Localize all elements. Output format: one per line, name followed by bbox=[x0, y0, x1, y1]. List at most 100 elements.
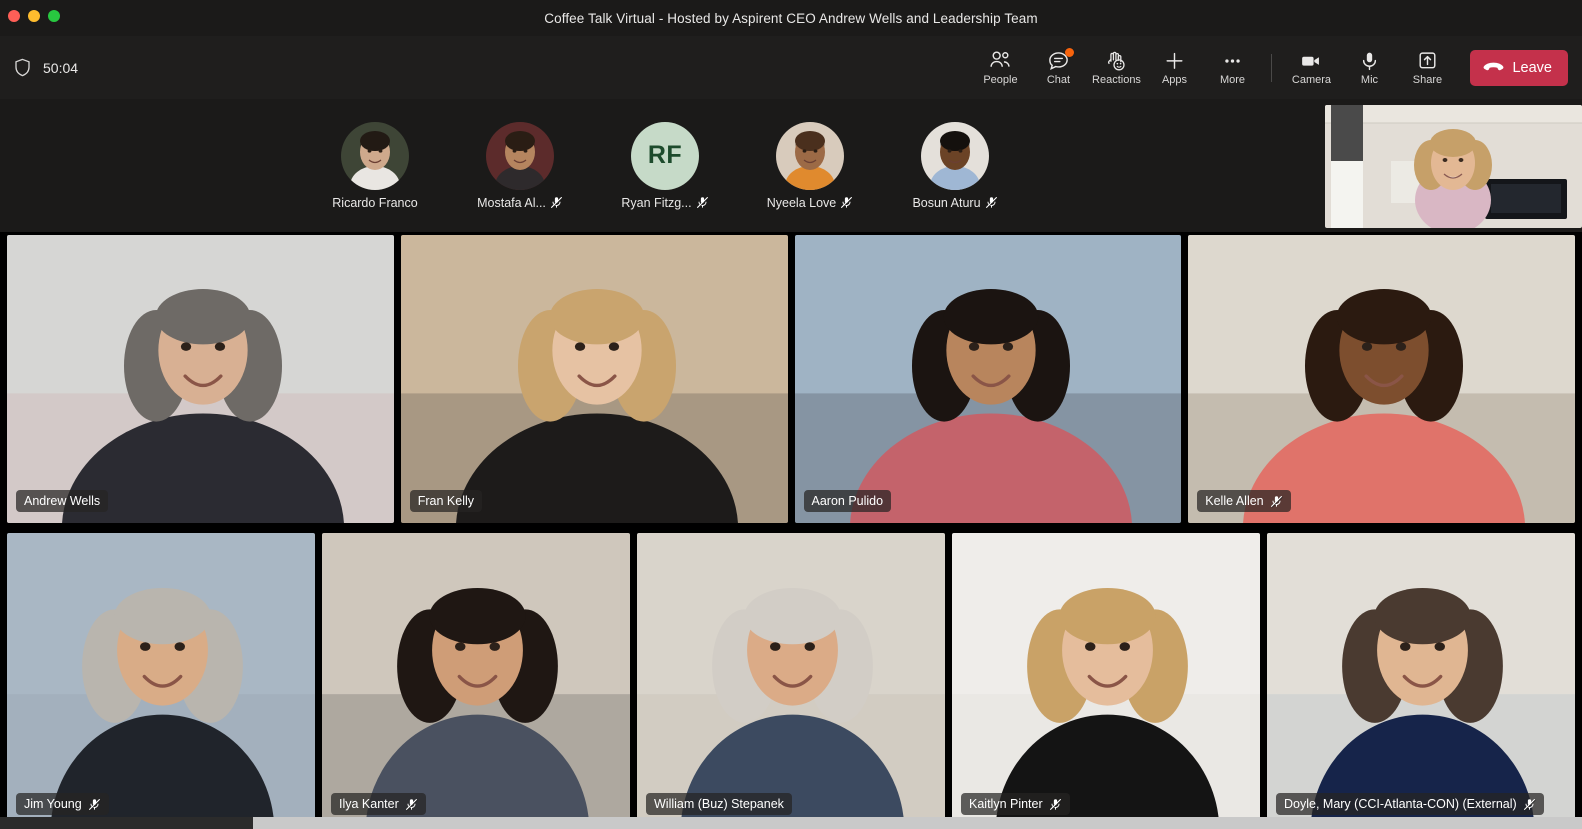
strip-participant[interactable]: Nyeela Love bbox=[765, 121, 855, 210]
strip-participant[interactable]: Mostafa Al... bbox=[475, 121, 565, 210]
shield-icon bbox=[14, 58, 31, 77]
share-icon bbox=[1416, 49, 1439, 72]
participant-name-pill: Aaron Pulido bbox=[803, 490, 892, 512]
video-grid-row-2: Jim Young Ilya Kanter William (Buz) Stepan… bbox=[0, 533, 1582, 829]
elapsed-time: 50:04 bbox=[43, 59, 79, 76]
strip-participant-name-row: Ryan Fitzg... bbox=[621, 195, 709, 210]
meeting-title: Coffee Talk Virtual - Hosted by Aspirent… bbox=[544, 10, 1038, 26]
mic-muted-icon bbox=[696, 196, 709, 209]
participant-video bbox=[1267, 533, 1575, 826]
mic-muted-icon bbox=[88, 798, 101, 811]
avatar bbox=[921, 121, 989, 190]
mic-button[interactable]: Mic bbox=[1340, 42, 1398, 94]
avatar bbox=[341, 121, 409, 190]
mic-muted-icon bbox=[1270, 495, 1283, 508]
mic-muted-icon bbox=[840, 196, 853, 209]
participant-name: William (Buz) Stepanek bbox=[654, 797, 784, 811]
camera-label: Camera bbox=[1291, 74, 1332, 86]
toolbar-left-group: 50:04 bbox=[0, 58, 78, 77]
video-tile[interactable]: Kelle Allen bbox=[1188, 235, 1575, 523]
title-bar: Coffee Talk Virtual - Hosted by Aspirent… bbox=[0, 0, 1582, 36]
participant-name-pill: Kaitlyn Pinter bbox=[961, 793, 1070, 815]
mic-muted-icon bbox=[550, 196, 563, 209]
camera-icon bbox=[1299, 49, 1323, 72]
reactions-label: Reactions bbox=[1092, 74, 1141, 86]
mic-muted-icon bbox=[985, 196, 998, 209]
avatar bbox=[486, 121, 554, 190]
hangup-icon bbox=[1483, 61, 1504, 74]
participant-name-pill: Andrew Wells bbox=[16, 490, 109, 512]
close-window-button[interactable] bbox=[8, 10, 20, 22]
participant-name: Aaron Pulido bbox=[811, 494, 884, 508]
strip-participant[interactable]: RF Ryan Fitzg... bbox=[620, 121, 710, 210]
apps-label: Apps bbox=[1161, 74, 1188, 86]
leave-button[interactable]: Leave bbox=[1470, 49, 1568, 86]
chat-label: Chat bbox=[1046, 74, 1071, 86]
participant-video bbox=[7, 533, 315, 826]
share-button[interactable]: Share bbox=[1398, 42, 1456, 94]
window-traffic-lights[interactable] bbox=[8, 10, 60, 22]
mic-label: Mic bbox=[1360, 74, 1379, 86]
video-tile[interactable]: Doyle, Mary (CCI-Atlanta-CON) (External) bbox=[1267, 533, 1575, 826]
participant-video bbox=[322, 533, 630, 826]
video-tile[interactable]: William (Buz) Stepanek bbox=[637, 533, 945, 826]
participant-video bbox=[952, 533, 1260, 826]
video-tile[interactable]: Andrew Wells bbox=[7, 235, 394, 523]
more-dots-icon bbox=[1221, 49, 1244, 72]
camera-button[interactable]: Camera bbox=[1282, 42, 1340, 94]
strip-participant-name: Bosun Aturu bbox=[912, 195, 981, 210]
strip-participant-name: Ryan Fitzg... bbox=[621, 195, 692, 210]
video-grid-row-1: Andrew Wells Fran Kelly Aaron Pulido Kelle … bbox=[0, 235, 1582, 526]
participant-name: Fran Kelly bbox=[417, 494, 475, 508]
mic-muted-icon bbox=[1049, 798, 1062, 811]
video-tile[interactable]: Kaitlyn Pinter bbox=[952, 533, 1260, 826]
participant-video bbox=[400, 235, 788, 523]
mic-muted-icon bbox=[405, 798, 418, 811]
video-tile[interactable]: Jim Young bbox=[7, 533, 315, 826]
mic-muted-icon bbox=[1523, 798, 1536, 811]
participant-name-pill: Doyle, Mary (CCI-Atlanta-CON) (External) bbox=[1276, 793, 1544, 815]
participant-name-pill: Jim Young bbox=[16, 793, 109, 815]
participant-name: Ilya Kanter bbox=[339, 797, 399, 811]
people-label: People bbox=[983, 74, 1018, 86]
people-button[interactable]: People bbox=[971, 42, 1029, 94]
strip-participant-name: Nyeela Love bbox=[766, 195, 837, 210]
chat-button[interactable]: Chat bbox=[1029, 42, 1087, 94]
teams-meeting-window: Coffee Talk Virtual - Hosted by Aspirent… bbox=[0, 0, 1582, 829]
strip-participant-name: Mostafa Al... bbox=[477, 195, 546, 210]
participant-name-pill: William (Buz) Stepanek bbox=[646, 793, 792, 815]
strip-participant[interactable]: Ricardo Franco bbox=[330, 121, 420, 210]
participant-name: Jim Young bbox=[24, 797, 82, 811]
maximize-window-button[interactable] bbox=[48, 10, 60, 22]
strip-participant-name-row: Nyeela Love bbox=[767, 196, 854, 210]
participant-name-pill: Ilya Kanter bbox=[331, 793, 426, 815]
minimize-window-button[interactable] bbox=[28, 10, 40, 22]
toolbar-divider bbox=[1271, 53, 1273, 82]
participant-name: Andrew Wells bbox=[24, 494, 101, 508]
share-label: Share bbox=[1412, 74, 1443, 86]
participant-name: Kaitlyn Pinter bbox=[969, 797, 1043, 811]
avatar bbox=[776, 121, 844, 190]
toolbar-right-group: People Chat Reactions Apps More Camera M… bbox=[971, 42, 1582, 94]
strip-participant-name-row: Ricardo Franco bbox=[332, 196, 417, 210]
self-view-tile[interactable] bbox=[1325, 105, 1582, 228]
strip-participant-name: Ricardo Franco bbox=[332, 195, 418, 210]
strip-participant[interactable]: Bosun Aturu bbox=[910, 121, 1000, 210]
self-view-video bbox=[1325, 105, 1582, 228]
chat-unread-badge bbox=[1065, 47, 1075, 57]
participant-name-pill: Kelle Allen bbox=[1197, 490, 1291, 512]
video-tile[interactable]: Aaron Pulido bbox=[794, 235, 1182, 523]
video-grid: Andrew Wells Fran Kelly Aaron Pulido Kelle … bbox=[0, 232, 1582, 829]
meeting-toolbar: 50:04 People Chat Reactions Apps More Ca… bbox=[0, 36, 1582, 99]
desktop-bottom-strip bbox=[0, 817, 1582, 829]
video-tile[interactable]: Ilya Kanter bbox=[322, 533, 630, 826]
participant-video bbox=[637, 533, 945, 826]
reactions-button[interactable]: Reactions bbox=[1087, 42, 1145, 94]
strip-participant-name-row: Mostafa Al... bbox=[477, 196, 563, 210]
video-tile[interactable]: Fran Kelly bbox=[400, 235, 788, 523]
participant-name-pill: Fran Kelly bbox=[409, 490, 483, 512]
mic-icon bbox=[1358, 49, 1381, 72]
apps-button[interactable]: Apps bbox=[1145, 42, 1203, 94]
more-button[interactable]: More bbox=[1203, 42, 1261, 94]
people-icon bbox=[989, 49, 1012, 72]
